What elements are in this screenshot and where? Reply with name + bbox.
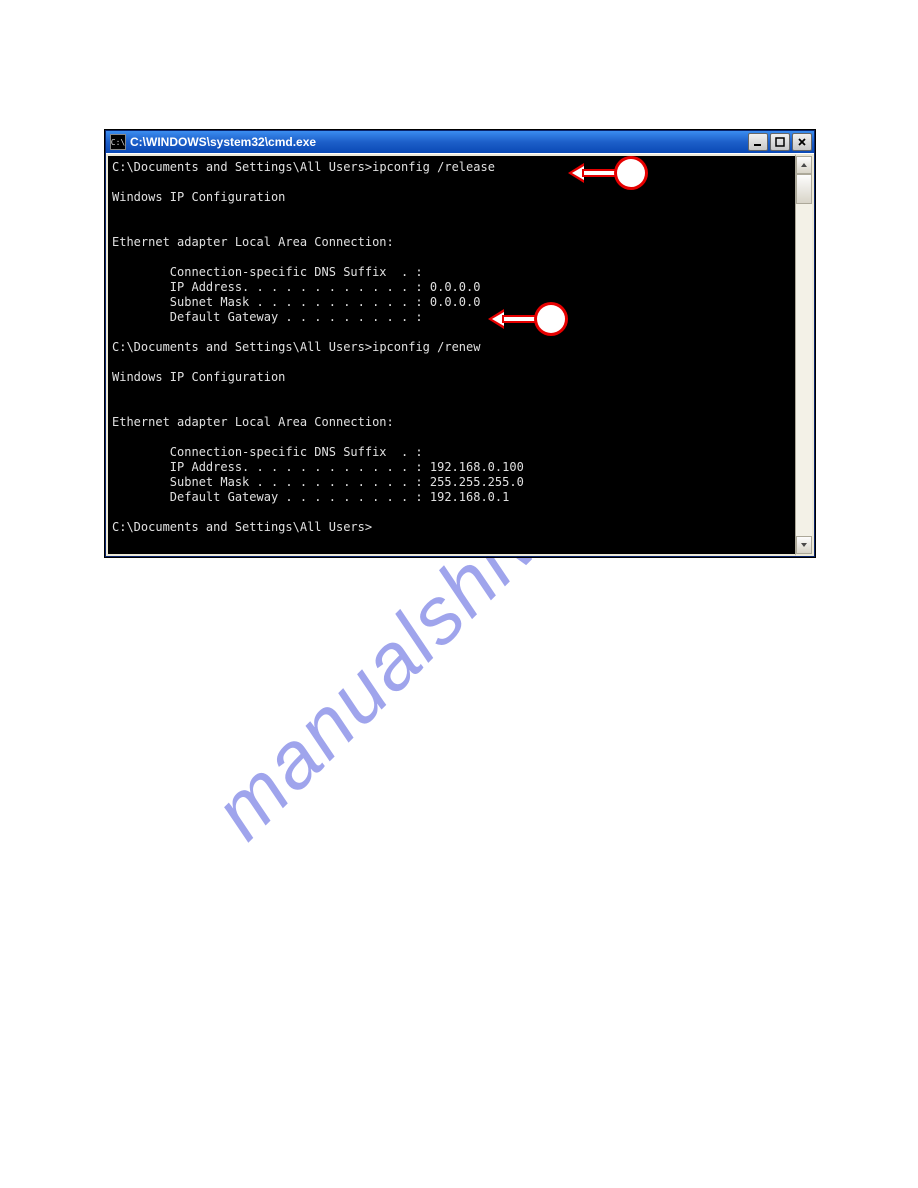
- output-line: Windows IP Configuration: [112, 370, 285, 384]
- client-area: C:\Documents and Settings\All Users>ipco…: [106, 153, 814, 556]
- minimize-icon: [753, 137, 763, 147]
- scroll-up-button[interactable]: [796, 156, 812, 174]
- arrow-left-icon-fill: [572, 166, 584, 180]
- output-line: Default Gateway . . . . . . . . . :: [112, 310, 423, 324]
- scroll-track[interactable]: [796, 174, 812, 536]
- output-line: Subnet Mask . . . . . . . . . . . : 0.0.…: [112, 295, 480, 309]
- arrow-shaft-fill: [584, 171, 616, 175]
- maximize-icon: [775, 137, 785, 147]
- arrow-shaft: [502, 315, 536, 323]
- output-line: IP Address. . . . . . . . . . . . : 192.…: [112, 460, 524, 474]
- arrow-left-icon-fill: [492, 312, 504, 326]
- scroll-down-button[interactable]: [796, 536, 812, 554]
- close-button[interactable]: [792, 133, 812, 151]
- arrow-shaft-fill: [504, 317, 536, 321]
- output-line: Windows IP Configuration: [112, 190, 285, 204]
- close-icon: [797, 137, 807, 147]
- prompt-line: C:\Documents and Settings\All Users>: [112, 160, 372, 174]
- arrow-shaft: [582, 169, 616, 177]
- callout-arrow-release: [568, 156, 648, 190]
- minimize-button[interactable]: [748, 133, 768, 151]
- window-title: C:\WINDOWS\system32\cmd.exe: [130, 135, 748, 149]
- arrow-left-icon: [568, 163, 584, 183]
- cmd-window: C:\ C:\WINDOWS\system32\cmd.exe C:\Docum…: [105, 130, 815, 557]
- output-line: Connection-specific DNS Suffix . :: [112, 265, 423, 279]
- output-line: Ethernet adapter Local Area Connection:: [112, 415, 394, 429]
- callout-circle-fill: [537, 305, 565, 333]
- output-line: Connection-specific DNS Suffix . :: [112, 445, 423, 459]
- output-line: Subnet Mask . . . . . . . . . . . : 255.…: [112, 475, 524, 489]
- callout-circle: [614, 156, 648, 190]
- chevron-down-icon: [800, 541, 808, 549]
- command-text: ipconfig /renew: [372, 340, 480, 354]
- window-buttons: [748, 133, 812, 151]
- scroll-thumb[interactable]: [796, 174, 812, 204]
- arrow-left-icon: [488, 309, 504, 329]
- callout-circle: [534, 302, 568, 336]
- chevron-up-icon: [800, 161, 808, 169]
- console-output[interactable]: C:\Documents and Settings\All Users>ipco…: [106, 154, 795, 556]
- callout-arrow-renew: [488, 302, 568, 336]
- prompt-line: C:\Documents and Settings\All Users>: [112, 340, 372, 354]
- output-line: Ethernet adapter Local Area Connection:: [112, 235, 394, 249]
- vertical-scrollbar[interactable]: [795, 154, 814, 556]
- callout-circle-fill: [617, 159, 645, 187]
- output-line: IP Address. . . . . . . . . . . . : 0.0.…: [112, 280, 480, 294]
- prompt-line: C:\Documents and Settings\All Users>: [112, 520, 372, 534]
- output-line: Default Gateway . . . . . . . . . : 192.…: [112, 490, 509, 504]
- titlebar[interactable]: C:\ C:\WINDOWS\system32\cmd.exe: [106, 131, 814, 153]
- cmd-icon: C:\: [110, 134, 126, 150]
- maximize-button[interactable]: [770, 133, 790, 151]
- command-text: ipconfig /release: [372, 160, 495, 174]
